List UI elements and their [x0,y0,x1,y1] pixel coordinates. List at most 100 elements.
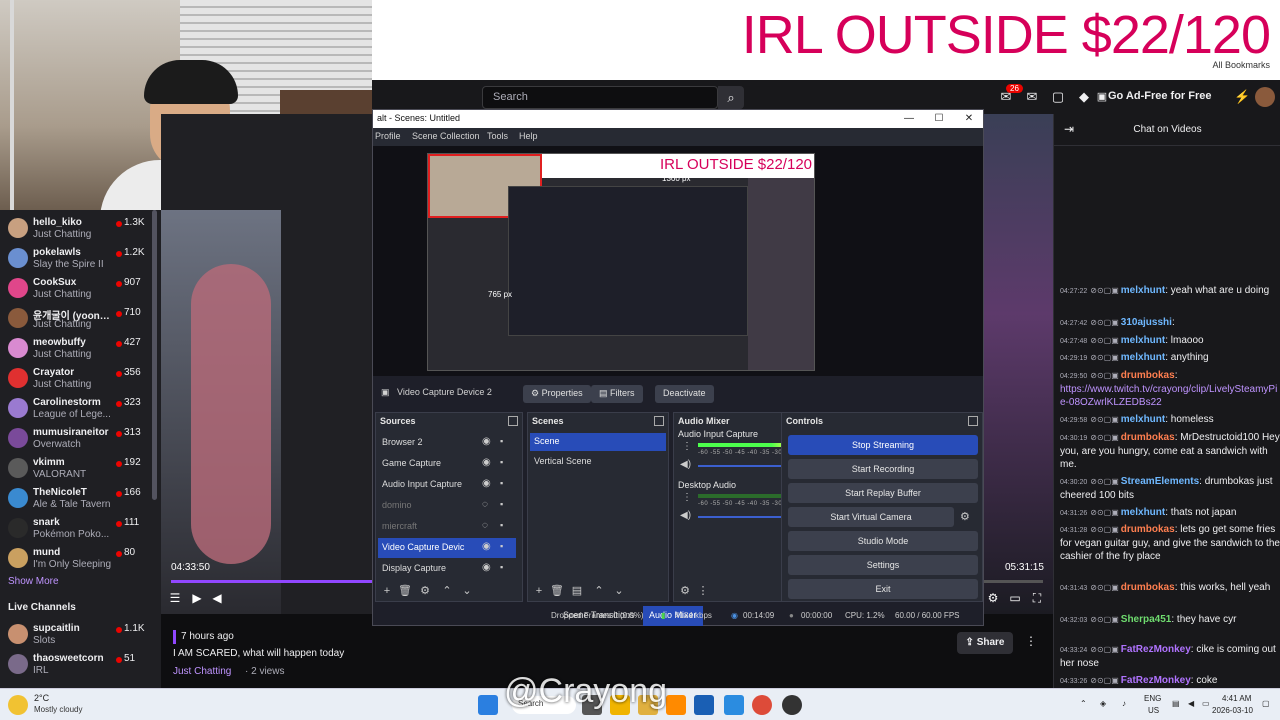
go-ad-free-button[interactable]: Go Ad-Free for Free [1108,90,1212,102]
lock-icon[interactable]: ▪ [500,436,503,446]
moderation-icons[interactable]: ⊘⊙▢▣ [1090,433,1119,442]
chrome-icon[interactable] [752,695,772,715]
virtual-camera-gear-icon[interactable]: ⚙ [960,510,970,523]
move-up-icon[interactable]: ⌃ [440,584,454,598]
sidebar-channel[interactable]: meowbuffy Just Chatting 427 [0,334,161,364]
chat-username[interactable]: FatRezMonkey [1121,644,1191,655]
edge-icon[interactable] [724,695,744,715]
chat-username[interactable]: FatRezMonkey [1121,675,1191,686]
chat-username[interactable]: drumbokas [1121,524,1175,535]
category-link[interactable]: Just Chatting [173,666,231,677]
remove-scene-icon[interactable]: 🗑 [550,584,564,598]
remove-source-icon[interactable]: 🗑 [398,584,412,598]
lock-icon[interactable]: ▪ [500,499,503,509]
chat-username[interactable]: drumbokas [1121,432,1175,443]
clip-link[interactable]: https://www.twitch.tv/crayong/clip/Livel… [1060,384,1277,408]
moderation-icons[interactable]: ⊘⊙▢▣ [1090,525,1119,534]
sidebar-channel[interactable]: snark Pokémon Poko... 111 [0,514,161,544]
properties-button[interactable]: ⚙ Properties [523,385,591,403]
app-icon[interactable] [666,695,686,715]
eye-icon[interactable]: ◉ [482,478,491,489]
eye-hidden-icon[interactable]: ◌ [482,499,488,510]
lock-icon[interactable]: ▪ [500,457,503,467]
control-button-settings[interactable]: Settings [788,555,978,575]
moderation-icons[interactable]: ⊘⊙▢▣ [1090,415,1119,424]
theatre-mode-icon[interactable]: ▭ [1007,590,1023,606]
chat-username[interactable]: melxhunt [1121,507,1165,518]
moderation-icons[interactable]: ⊘⊙▢▣ [1090,353,1119,362]
chapters-icon[interactable]: ☰ [167,590,183,606]
speaker-icon[interactable]: ◀) [680,510,691,521]
chat-username[interactable]: drumbokas [1121,370,1175,381]
scene-item[interactable]: Scene [530,433,666,451]
settings-gear-icon[interactable]: ⚙ [985,590,1001,606]
search-input[interactable]: Search [482,86,718,109]
chat-username[interactable]: Sherpa451 [1121,614,1172,625]
channel-menu-icon[interactable]: ⋮ [682,492,692,503]
chat-username[interactable]: StreamElements [1121,476,1199,487]
scene-up-icon[interactable]: ⌃ [592,584,606,598]
moderation-icons[interactable]: ⊘⊙▢▣ [1090,318,1119,327]
eye-icon[interactable]: ◉ [482,541,491,552]
lock-icon[interactable]: ▪ [500,478,503,488]
tray-expand-icon[interactable]: ⌃ [1080,699,1087,708]
fullscreen-icon[interactable]: ⛶ [1029,590,1045,606]
eye-icon[interactable]: ◉ [482,562,491,573]
speaker-icon[interactable]: ◀) [680,459,691,470]
moderation-icons[interactable]: ⊘⊙▢▣ [1090,615,1119,624]
source-item[interactable]: domino ◌ ▪ [378,496,516,516]
moderation-icons[interactable]: ⊘⊙▢▣ [1090,508,1119,517]
control-button-studio-mode[interactable]: Studio Mode [788,531,978,551]
chat-username[interactable]: melxhunt [1121,414,1165,425]
whispers-icon[interactable]: ▢ [1050,89,1066,105]
scene-down-icon[interactable]: ⌄ [612,584,626,598]
menu-scene-collection[interactable]: Scene Collection [412,131,480,141]
scene-filters-icon[interactable]: ▤ [570,584,584,598]
scene-item[interactable]: Vertical Scene [530,453,666,471]
deactivate-button[interactable]: Deactivate [655,385,714,403]
source-item[interactable]: miercraft ◌ ▪ [378,517,516,537]
moderation-icons[interactable]: ⊘⊙▢▣ [1090,583,1119,592]
control-button-exit[interactable]: Exit [788,579,978,599]
search-icon[interactable]: ⌕ [718,86,744,109]
lock-icon[interactable]: ▪ [500,541,503,551]
source-properties-icon[interactable]: ⚙ [418,584,432,598]
live-channel[interactable]: supcaitlin Slots 1.1K [0,620,161,650]
control-button-stop-streaming[interactable]: Stop Streaming [788,435,978,455]
chat-username[interactable]: drumbokas [1121,582,1175,593]
store-icon[interactable] [694,695,714,715]
all-bookmarks[interactable]: All Bookmarks [1212,60,1270,70]
sidebar-channel[interactable]: pokelawls Slay the Spire II 1.2K [0,244,161,274]
notifications-icon[interactable]: ▢ [1262,699,1270,708]
add-scene-icon[interactable]: + [532,584,546,598]
chat-username[interactable]: melxhunt [1121,285,1165,296]
user-avatar[interactable] [1255,87,1275,107]
sidebar-channel[interactable]: 윤개굴이 (yoon_f... Just Chatting 710 [0,304,161,334]
eye-icon[interactable]: ◉ [482,436,491,447]
chat-username[interactable]: melxhunt [1121,352,1165,363]
more-options-icon[interactable]: ⋮ [1025,634,1037,648]
network-tray-icon[interactable]: ◈ [1100,699,1106,708]
battery-icon[interactable]: ▭ [1202,699,1210,708]
share-button[interactable]: ⇪ Share [957,632,1013,654]
play-icon[interactable]: ▶ [189,590,205,606]
menu-tools[interactable]: Tools [487,131,508,141]
undock-icon[interactable] [654,416,664,426]
sidebar-channel[interactable]: Carolinestorm League of Lege... 323 [0,394,161,424]
crown-icon[interactable]: ◆ [1076,89,1092,105]
obs-taskbar-icon[interactable] [782,695,802,715]
lock-icon[interactable]: ▪ [500,520,503,530]
weather-icon[interactable] [8,695,28,715]
menu-profile[interactable]: Profile [375,131,401,141]
live-channel[interactable]: thaosweetcorn IRL 51 [0,650,161,680]
mail-icon[interactable]: ✉ [1024,89,1040,105]
start-icon[interactable] [478,695,498,715]
minimize-icon[interactable]: — [899,111,919,127]
sidebar-channel[interactable]: CookSux Just Chatting 907 [0,274,161,304]
moderation-icons[interactable]: ⊘⊙▢▣ [1090,477,1119,486]
volume-icon[interactable]: ◀ [209,590,225,606]
eye-hidden-icon[interactable]: ◌ [482,520,488,531]
chat-username[interactable]: 310ajusshi [1121,317,1172,328]
moderation-icons[interactable]: ⊘⊙▢▣ [1090,336,1119,345]
language-indicator[interactable]: ENG [1144,694,1161,703]
